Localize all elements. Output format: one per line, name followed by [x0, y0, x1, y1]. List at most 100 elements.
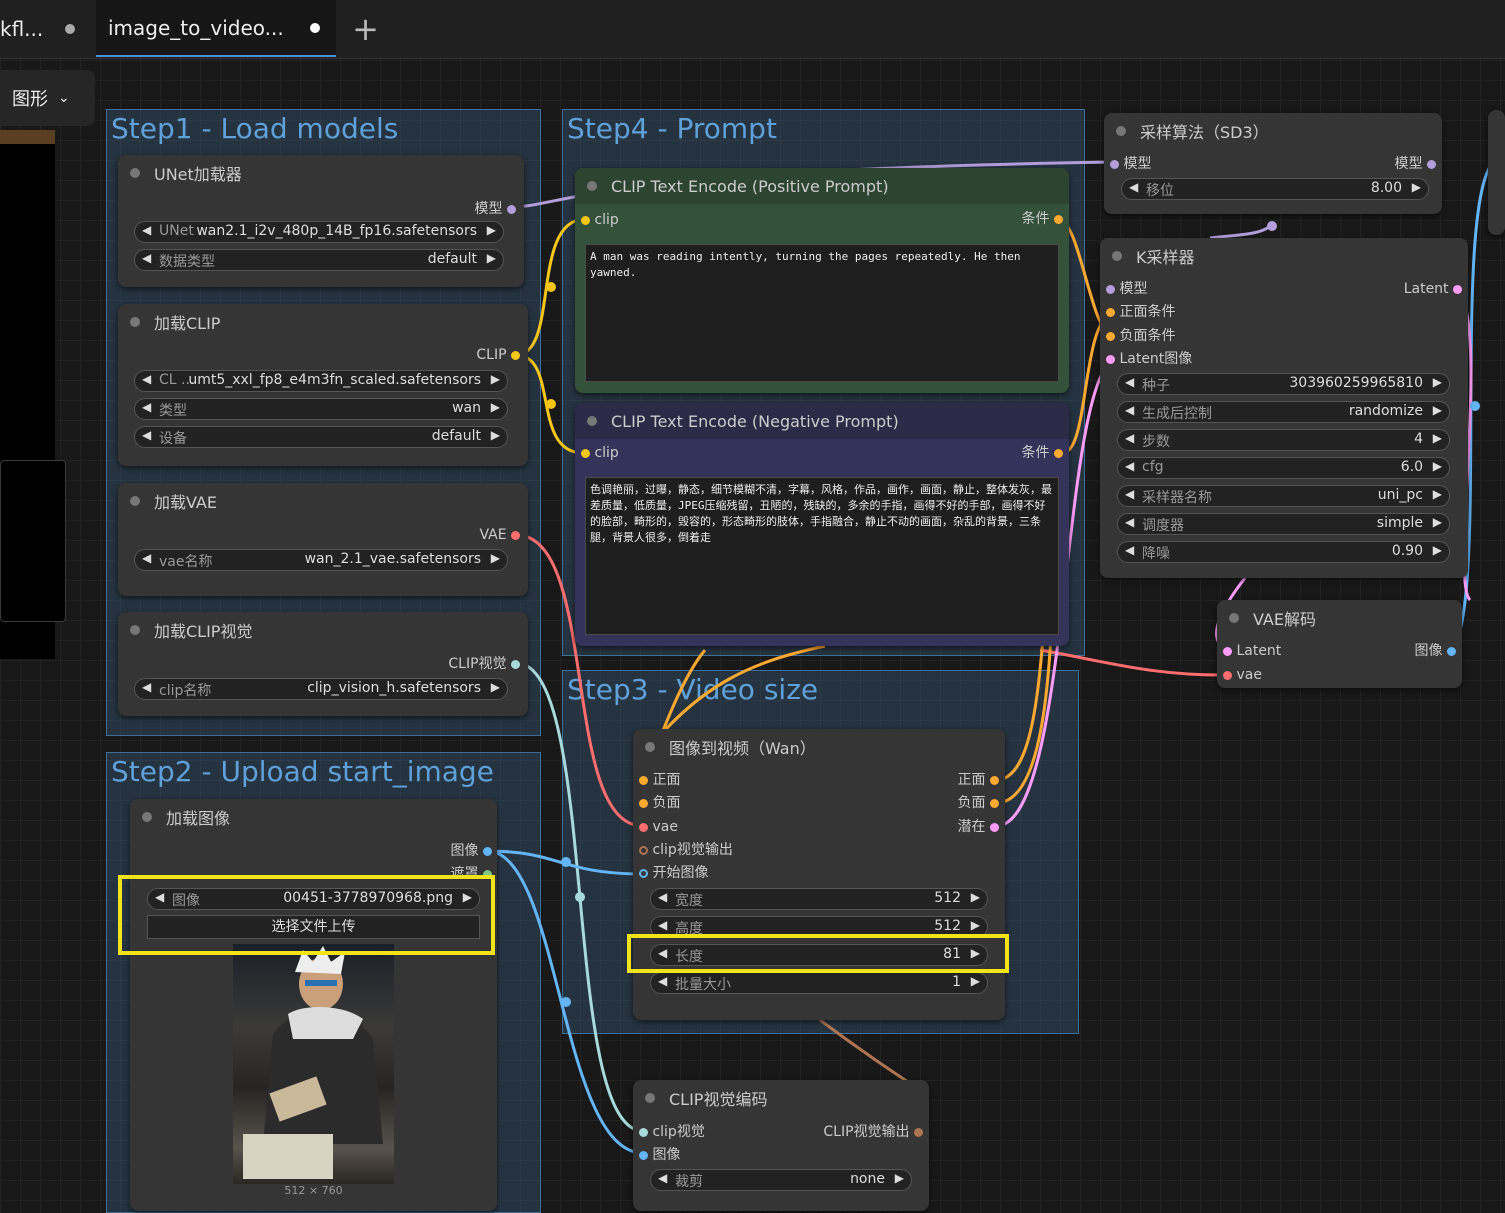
- output-slot-conditioning[interactable]: 条件: [1022, 443, 1063, 463]
- right-arrow-icon[interactable]: ▶: [1433, 431, 1442, 445]
- output-slot-image[interactable]: 图像: [451, 841, 492, 861]
- node-vae-decode[interactable]: VAE解码 Latent vae 图像: [1217, 600, 1462, 688]
- left-arrow-icon[interactable]: ◀: [142, 251, 151, 265]
- input-slot-model[interactable]: 模型: [1110, 154, 1151, 174]
- widget-batch-size[interactable]: ◀ 批量大小 1 ▶: [650, 972, 988, 994]
- input-slot-positive[interactable]: 正面条件: [1106, 302, 1175, 322]
- right-arrow-icon[interactable]: ▶: [491, 680, 500, 694]
- node-clip-text-encode-positive[interactable]: CLIP Text Encode (Positive Prompt) clip …: [575, 168, 1069, 393]
- input-slot-negative[interactable]: 负面: [639, 793, 680, 813]
- right-arrow-icon[interactable]: ▶: [895, 1171, 904, 1185]
- left-arrow-icon[interactable]: ◀: [1125, 375, 1134, 389]
- left-arrow-icon[interactable]: ◀: [142, 680, 151, 694]
- right-arrow-icon[interactable]: ▶: [1433, 403, 1442, 417]
- left-arrow-icon[interactable]: ◀: [1125, 515, 1134, 529]
- right-arrow-icon[interactable]: ▶: [971, 918, 980, 932]
- widget-weight-dtype[interactable]: ◀ 数据类型 default ▶: [134, 249, 504, 271]
- left-arrow-icon[interactable]: ◀: [1125, 431, 1134, 445]
- right-arrow-icon[interactable]: ▶: [1412, 180, 1421, 194]
- widget-steps[interactable]: ◀ 步数 4 ▶: [1117, 429, 1450, 451]
- input-slot-clip-vision[interactable]: clip视觉: [639, 1122, 705, 1142]
- output-slot-vae[interactable]: VAE: [479, 525, 520, 545]
- widget-clip-name[interactable]: ◀ CL ... umt5_xxl_fp8_e4m3fn_scaled.safete…: [134, 370, 508, 392]
- output-slot-conditioning[interactable]: 条件: [1022, 209, 1063, 229]
- left-arrow-icon[interactable]: ◀: [142, 372, 151, 386]
- node-clip-loader[interactable]: 加载CLIP CLIP ◀ CL ... umt5_xxl_fp8_e4m3fn_s…: [118, 304, 528, 466]
- node-image-to-video[interactable]: 图像到视频（Wan） 正面 负面 vae clip视觉输出 开始图像 正面 负面…: [633, 729, 1005, 1020]
- output-slot-image[interactable]: 图像: [1415, 641, 1456, 661]
- widget-scheduler[interactable]: ◀ 调度器 simple ▶: [1117, 513, 1450, 535]
- output-slot-positive[interactable]: 正面: [958, 770, 999, 790]
- input-slot-start-image[interactable]: 开始图像: [639, 863, 708, 883]
- input-slot-negative[interactable]: 负面条件: [1106, 326, 1175, 346]
- input-slot-vae[interactable]: vae: [1223, 665, 1262, 685]
- widget-control-after-generate[interactable]: ◀ 生成后控制 randomize ▶: [1117, 401, 1450, 423]
- output-slot-negative[interactable]: 负面: [958, 793, 999, 813]
- left-arrow-icon[interactable]: ◀: [1125, 487, 1134, 501]
- widget-vae-name[interactable]: ◀ vae名称 wan_2.1_vae.safetensors ▶: [134, 549, 508, 571]
- output-slot-model[interactable]: 模型: [475, 199, 516, 219]
- widget-clip-device[interactable]: ◀ 设备 default ▶: [134, 426, 508, 448]
- node-load-image[interactable]: 加载图像 图像 遮罩 ◀ 图像 00451-3778970968.png ▶ 选择文件…: [130, 799, 497, 1211]
- right-arrow-icon[interactable]: ▶: [491, 372, 500, 386]
- right-arrow-icon[interactable]: ▶: [971, 890, 980, 904]
- left-arrow-icon[interactable]: ◀: [658, 918, 667, 932]
- widget-seed[interactable]: ◀ 种子 303960259965810 ▶: [1117, 373, 1450, 395]
- widget-width[interactable]: ◀ 宽度 512 ▶: [650, 888, 988, 910]
- input-slot-model[interactable]: 模型: [1106, 279, 1147, 299]
- input-slot-clip-vision-output[interactable]: clip视觉输出: [639, 840, 733, 860]
- widget-clip-type[interactable]: ◀ 类型 wan ▶: [134, 398, 508, 420]
- left-arrow-icon[interactable]: ◀: [142, 223, 151, 237]
- left-arrow-icon[interactable]: ◀: [1125, 543, 1134, 557]
- right-arrow-icon[interactable]: ▶: [971, 974, 980, 988]
- input-slot-image[interactable]: 图像: [639, 1145, 680, 1165]
- node-vae-loader[interactable]: 加载VAE VAE ◀ vae名称 wan_2.1_vae.safetensors ▶: [118, 483, 528, 596]
- input-slot-latent-image[interactable]: Latent图像: [1106, 349, 1192, 369]
- output-slot-model[interactable]: 模型: [1395, 154, 1436, 174]
- widget-sampler-name[interactable]: ◀ 采样器名称 uni_pc ▶: [1117, 485, 1450, 507]
- right-arrow-icon[interactable]: ▶: [1433, 515, 1442, 529]
- right-arrow-icon[interactable]: ▶: [1433, 487, 1442, 501]
- node-unet-loader[interactable]: UNet加载器 模型 ◀ UNet ... wan2.1_i2v_480p_14B_…: [118, 155, 524, 287]
- right-arrow-icon[interactable]: ▶: [1433, 543, 1442, 557]
- left-arrow-icon[interactable]: ◀: [658, 890, 667, 904]
- node-clip-vision-encode[interactable]: CLIP视觉编码 clip视觉 图像 CLIP视觉输出 ◀ 裁剪 none ▶: [633, 1080, 929, 1211]
- widget-shift[interactable]: ◀ 移位 8.00 ▶: [1121, 178, 1429, 200]
- input-slot-positive[interactable]: 正面: [639, 770, 680, 790]
- input-slot-vae[interactable]: vae: [639, 817, 678, 837]
- prompt-textarea[interactable]: 色调艳丽，过曝，静态，细节模糊不清，字幕，风格，作品，画作，画面，静止，整体发灰…: [585, 477, 1059, 635]
- prompt-textarea[interactable]: A man was reading intently, turning the …: [585, 244, 1059, 382]
- output-slot-clip-vision-output[interactable]: CLIP视觉输出: [823, 1122, 923, 1142]
- input-slot-latent[interactable]: Latent: [1223, 641, 1281, 661]
- node-clip-vision-loader[interactable]: 加载CLIP视觉 CLIP视觉 ◀ clip名称 clip_vision_h.saf…: [118, 612, 528, 716]
- widget-unet-name[interactable]: ◀ UNet ... wan2.1_i2v_480p_14B_fp16.safete…: [134, 221, 504, 243]
- input-slot-clip[interactable]: clip: [581, 210, 619, 230]
- output-slot-latent[interactable]: Latent: [1404, 279, 1462, 299]
- node-partial-offscreen[interactable]: [1488, 110, 1505, 235]
- right-arrow-icon[interactable]: ▶: [491, 400, 500, 414]
- widget-denoise[interactable]: ◀ 降噪 0.90 ▶: [1117, 541, 1450, 563]
- input-slot-clip[interactable]: clip: [581, 443, 619, 463]
- output-slot-clip[interactable]: CLIP: [476, 345, 520, 365]
- widget-cfg[interactable]: ◀ cfg 6.0 ▶: [1117, 457, 1450, 479]
- left-arrow-icon[interactable]: ◀: [142, 400, 151, 414]
- right-arrow-icon[interactable]: ▶: [491, 551, 500, 565]
- left-arrow-icon[interactable]: ◀: [1125, 459, 1134, 473]
- left-arrow-icon[interactable]: ◀: [1125, 403, 1134, 417]
- right-arrow-icon[interactable]: ▶: [487, 251, 496, 265]
- node-clip-text-encode-negative[interactable]: CLIP Text Encode (Negative Prompt) clip …: [575, 403, 1069, 646]
- left-arrow-icon[interactable]: ◀: [1129, 180, 1138, 194]
- output-slot-latent[interactable]: 潜在: [958, 817, 999, 837]
- left-arrow-icon[interactable]: ◀: [142, 551, 151, 565]
- node-model-sampling-sd3[interactable]: 采样算法（SD3） 模型 模型 ◀ 移位 8.00 ▶: [1104, 113, 1442, 214]
- output-slot-clip-vision[interactable]: CLIP视觉: [448, 654, 520, 674]
- right-arrow-icon[interactable]: ▶: [1433, 459, 1442, 473]
- left-arrow-icon[interactable]: ◀: [658, 974, 667, 988]
- widget-clip-vision-name[interactable]: ◀ clip名称 clip_vision_h.safetensors ▶: [134, 678, 508, 700]
- node-ksampler[interactable]: K采样器 模型 正面条件 负面条件 Latent图像 Latent ◀ 种子 303…: [1100, 238, 1468, 578]
- left-arrow-icon[interactable]: ◀: [658, 1171, 667, 1185]
- right-arrow-icon[interactable]: ▶: [487, 223, 496, 237]
- left-arrow-icon[interactable]: ◀: [142, 428, 151, 442]
- right-arrow-icon[interactable]: ▶: [1433, 375, 1442, 389]
- widget-crop[interactable]: ◀ 裁剪 none ▶: [650, 1169, 912, 1191]
